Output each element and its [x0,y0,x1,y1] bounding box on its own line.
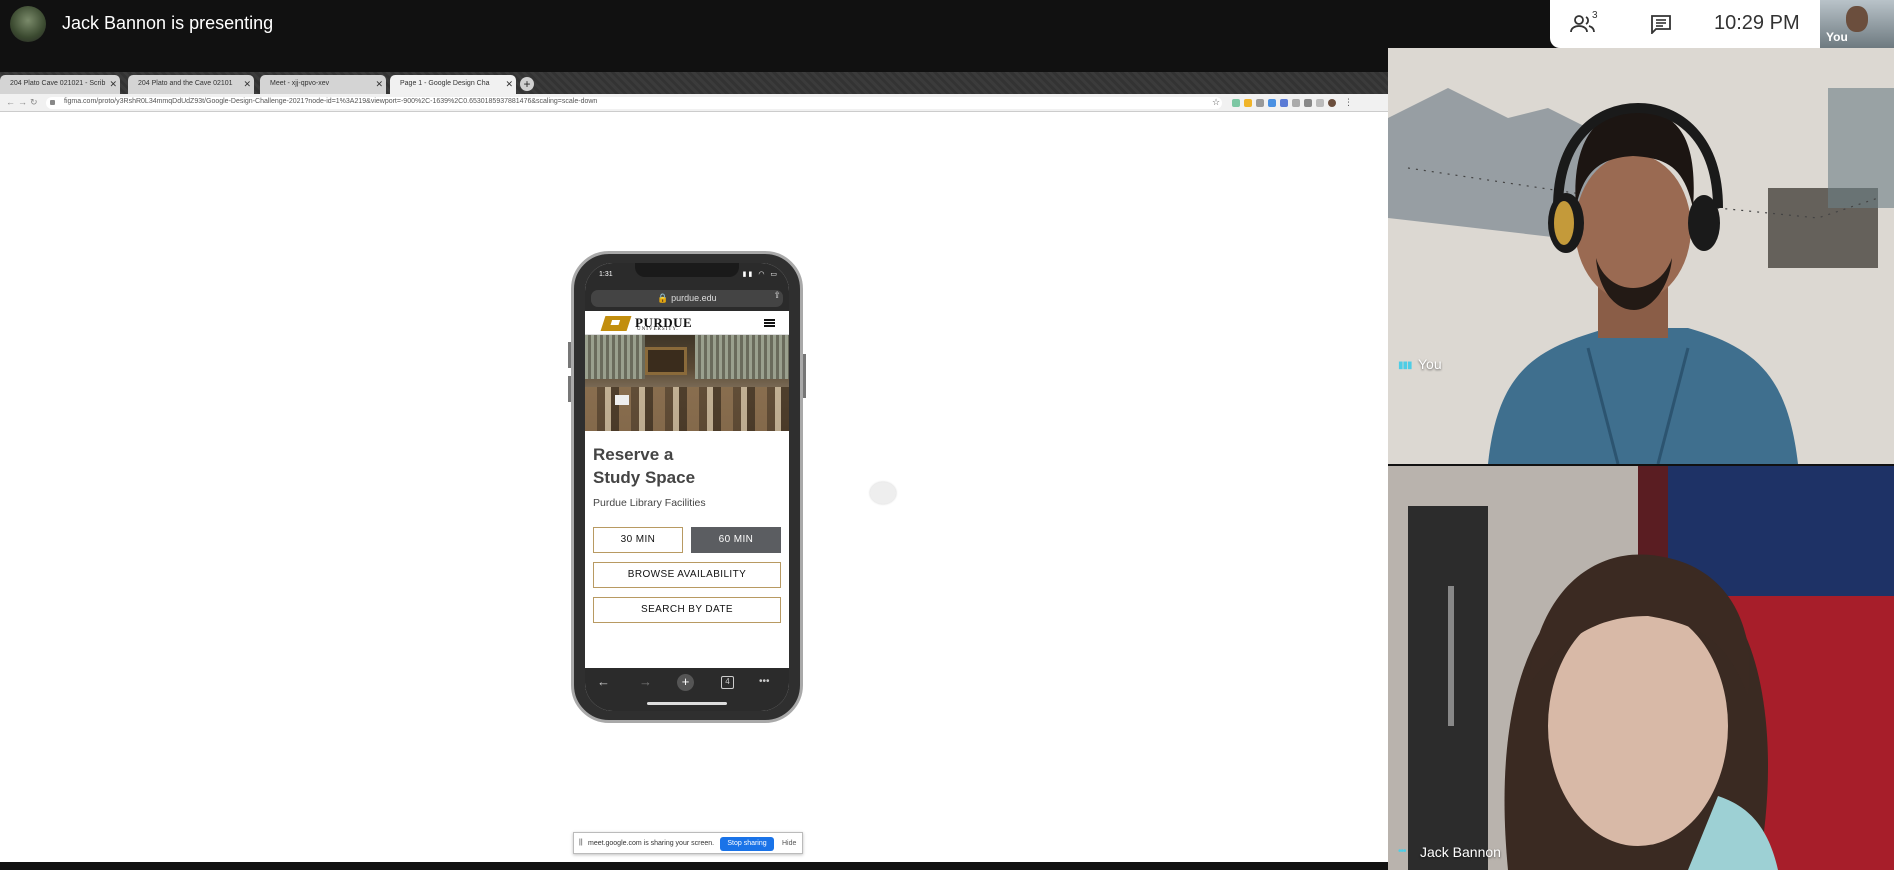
presenting-label: Jack Bannon is presenting [62,13,274,33]
video-tile-jack-bannon[interactable]: ••• Jack Bannon [1388,466,1894,870]
self-thumbnail-face [1846,6,1868,32]
browser-toolbar: ← → ↻ figma.com/proto/y3RshR0L34mmqDdUdZ… [0,94,1388,112]
jack-video-feed [1388,466,1894,870]
hero-library-image [585,335,789,431]
extension-icon[interactable] [1244,99,1252,107]
phone-power-button [803,354,806,398]
hero-painting [645,347,687,375]
forward-icon[interactable]: → [18,97,27,107]
tab-label: Meet - xjj-qpvo-xev [270,80,330,87]
share-notice-text: meet.google.com is sharing your screen. [588,840,715,847]
close-icon[interactable]: ✕ [109,79,117,90]
bottom-strip [0,862,1388,870]
back-icon[interactable]: ← [6,97,15,107]
lock-icon [50,100,55,105]
30-min-button[interactable]: 30 MIN [593,527,683,553]
stop-sharing-button[interactable]: Stop sharing [720,837,774,851]
share-icon[interactable]: ⇪ [773,290,781,301]
tile-name-you: You [1418,356,1442,372]
new-tab-icon[interactable]: + [677,674,694,691]
browser-tab-active[interactable]: Page 1 - Google Design Cha ✕ [390,75,516,94]
phone-notch [635,263,739,277]
extension-icon[interactable] [1280,99,1288,107]
figma-cursor-indicator [870,482,896,504]
page-title: Reserve a Study Space [593,443,695,489]
purdue-logo-sub: UNIVERSITY. [637,327,679,332]
60-min-button[interactable]: 60 MIN [691,527,781,553]
drag-handle-icon[interactable]: || [579,839,583,846]
home-indicator [647,702,727,705]
status-icons: ▮▮ ◠ ▭ [742,271,779,278]
safari-address-bar: 🔒 purdue.edu ⇪ [585,287,789,311]
close-icon[interactable]: ✕ [505,79,513,90]
screen-share-notice: || meet.google.com is sharing your scree… [573,832,803,854]
purdue-site-header: PURDUE UNIVERSITY. [585,311,789,335]
hero-chair [615,395,629,405]
phone-status-bar: 1:31 ▮▮ ◠ ▭ [585,263,789,287]
reload-icon[interactable]: ↻ [30,97,38,108]
video-tile-you[interactable]: ▮▮▮ You [1388,48,1894,464]
you-video-feed [1388,48,1894,464]
page-title-line: Study Space [593,468,696,487]
self-view-thumbnail[interactable]: You [1820,0,1894,48]
extension-icon[interactable] [1292,99,1300,107]
search-by-date-button[interactable]: SEARCH BY DATE [593,597,781,623]
hero-window [585,335,645,379]
address-bar[interactable]: figma.com/proto/y3RshR0L34mmqDdUdZ93t/Go… [46,97,1222,109]
hero-window [695,335,789,379]
meeting-clock: 10:29 PM [1714,12,1800,34]
safari-url-field[interactable]: 🔒 purdue.edu [591,290,783,307]
browser-tab-strip: 204 Plato Cave 021021 - Scrib ✕ 204 Plat… [0,72,1388,94]
new-tab-button[interactable]: + [520,77,534,91]
close-icon[interactable]: ✕ [375,79,383,90]
browser-tab[interactable]: 204 Plato and the Cave 02101 ✕ [128,75,254,94]
phone-volume-button [568,342,571,368]
phone-time: 1:31 [599,271,613,278]
bookmark-star-icon[interactable]: ☆ [1212,97,1220,108]
browse-availability-button[interactable]: BROWSE AVAILABILITY [593,562,781,588]
safari-bottom-bar: ← → + 4 ••• [585,668,789,711]
extension-icon[interactable] [1304,99,1312,107]
profile-avatar[interactable] [1328,99,1336,107]
speaking-indicator-icon: ▮▮▮ [1398,360,1412,371]
tab-label: 204 Plato Cave 021021 - Scrib [10,80,106,87]
forward-icon[interactable]: → [639,674,652,689]
page-title-line: Reserve a [593,445,674,464]
phone-mockup: 1:31 ▮▮ ◠ ▭ 🔒 purdue.edu ⇪ PURDUE UNIVER… [568,251,806,723]
tab-label: 204 Plato and the Cave 02101 [138,80,233,87]
presenter-avatar [10,6,46,42]
extension-icon[interactable] [1316,99,1324,107]
purdue-logo-icon[interactable] [600,316,632,331]
menu-dots-icon[interactable]: ⋮ [1344,97,1353,108]
page-subtitle: Purdue Library Facilities [593,497,706,509]
tab-label: Page 1 - Google Design Cha [400,80,490,87]
browser-tab[interactable]: 204 Plato Cave 021021 - Scrib ✕ [0,75,120,94]
extension-icon[interactable] [1232,99,1240,107]
chat-icon[interactable] [1650,14,1672,34]
extension-icon[interactable] [1256,99,1264,107]
phone-volume-button [568,376,571,402]
speaking-indicator-icon: ••• [1398,846,1406,857]
close-icon[interactable]: ✕ [243,79,251,90]
phone-screen: 1:31 ▮▮ ◠ ▭ 🔒 purdue.edu ⇪ PURDUE UNIVER… [585,263,789,711]
meeting-info-pill: 3 10:29 PM [1550,0,1820,48]
tabs-count-icon[interactable]: 4 [721,676,734,689]
self-thumbnail-label: You [1826,30,1848,44]
hamburger-menu-icon[interactable] [764,319,775,327]
browser-tab[interactable]: Meet - xjj-qpvo-xev ✕ [260,75,386,94]
hero-tables [585,387,789,431]
more-icon[interactable]: ••• [759,676,770,687]
participants-count: 3 [1592,10,1598,21]
shared-screen: 204 Plato Cave 021021 - Scrib ✕ 204 Plat… [0,72,1388,862]
extension-icon[interactable] [1268,99,1276,107]
hide-notice-button[interactable]: Hide [782,840,796,847]
tile-name-jack: Jack Bannon [1420,844,1501,860]
back-icon[interactable]: ← [597,674,610,689]
